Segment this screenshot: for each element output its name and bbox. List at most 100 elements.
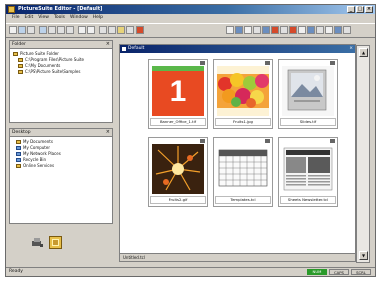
thumbnail-caption: Templates.tcl: [215, 196, 271, 204]
import-icon[interactable]: [126, 26, 134, 34]
resize-icon[interactable]: [244, 26, 252, 34]
folder-icon: [16, 164, 21, 168]
menu-help[interactable]: Help: [93, 14, 103, 22]
status-box-caps: CAPS: [329, 269, 349, 275]
vertical-scrollbar[interactable]: ▲ ▼: [356, 45, 370, 263]
menu-view[interactable]: View: [38, 14, 49, 22]
toolbar: [6, 23, 375, 38]
app-icon: [8, 6, 15, 13]
scroll-up-icon[interactable]: ▲: [359, 48, 368, 57]
fruits-image: [217, 66, 269, 116]
thumbnail-caption: Slides.tif: [280, 118, 336, 126]
flip-icon[interactable]: [280, 26, 288, 34]
tree-item-online-services[interactable]: Online Services: [12, 163, 110, 169]
grid-icon[interactable]: [325, 26, 333, 34]
flag-icon: [330, 139, 335, 143]
fireworks-image: [152, 144, 204, 194]
menu-window[interactable]: Window: [70, 14, 88, 22]
document-footer: Untitled.tcl: [120, 253, 355, 261]
left-pane: Folder × Picture Suite Folder C:\Program…: [9, 40, 113, 270]
color-icon[interactable]: [271, 26, 279, 34]
desktop-panel: Desktop × My Documents My Computer My Ne…: [9, 128, 113, 224]
flag-icon: [330, 61, 335, 65]
text-icon[interactable]: [298, 26, 306, 34]
banner-image: 1: [152, 66, 204, 116]
close-button[interactable]: ×: [365, 6, 373, 13]
menu-edit[interactable]: Edit: [25, 14, 34, 22]
tree-item-folder[interactable]: C:\PS\Picture Suite\Samples: [12, 69, 110, 75]
folder-icon: [18, 64, 23, 68]
thumbnail-caption: Banner_Ofﬁce_1.tif: [150, 118, 206, 126]
close-icon[interactable]: ×: [106, 41, 110, 48]
folder-icon: [18, 58, 23, 62]
bottom-icon-tray: [9, 226, 113, 270]
status-indicator-green: NUM: [307, 269, 327, 275]
window-title: PictureSuite Editor - [Default]: [18, 6, 103, 12]
newsletter-image: [282, 144, 334, 194]
app-window: PictureSuite Editor - [Default] _ □ × Fi…: [5, 4, 376, 277]
slides-image: [282, 66, 334, 116]
status-bar: Ready NUM CAPS SCRL: [6, 267, 375, 276]
title-bar: PictureSuite Editor - [Default] _ □ ×: [6, 5, 375, 14]
desktop-panel-header: Desktop ×: [10, 129, 112, 137]
effects-icon[interactable]: [316, 26, 324, 34]
folder-icon: [16, 140, 21, 144]
flag-icon: [200, 61, 205, 65]
folder-icon[interactable]: [117, 26, 125, 34]
frame-icon[interactable]: [307, 26, 315, 34]
desktop-panel-title: Desktop: [12, 130, 31, 135]
thumbnail-slides[interactable]: Slides.tif: [278, 59, 338, 129]
document-icon: [122, 47, 126, 51]
redeye-icon[interactable]: [289, 26, 297, 34]
rotate-icon[interactable]: [108, 26, 116, 34]
flag-icon: [200, 139, 205, 143]
document-title: Default: [128, 46, 145, 51]
zoom-icon[interactable]: [99, 26, 107, 34]
main-document-window: Default × 1 Banner_Ofﬁce_1.tif Fruits1.j…: [119, 44, 370, 263]
save-icon[interactable]: [27, 26, 35, 34]
new-icon[interactable]: [9, 26, 17, 34]
contrast-icon[interactable]: [262, 26, 270, 34]
menu-tools[interactable]: Tools: [54, 14, 65, 22]
crop-icon[interactable]: [235, 26, 243, 34]
maximize-button[interactable]: □: [356, 6, 364, 13]
thumbnail-fireworks[interactable]: Fruits2.gif: [148, 137, 208, 207]
document-title-bar: Default ×: [120, 45, 355, 53]
banner-strip: [152, 66, 204, 71]
copy-icon[interactable]: [57, 26, 65, 34]
cut-icon[interactable]: [48, 26, 56, 34]
folder-panel-header: Folder ×: [10, 41, 112, 49]
thumbnail-banner[interactable]: 1 Banner_Ofﬁce_1.tif: [148, 59, 208, 129]
brightness-icon[interactable]: [253, 26, 261, 34]
folder-panel: Folder × Picture Suite Folder C:\Program…: [9, 40, 113, 123]
close-icon[interactable]: ×: [106, 129, 110, 136]
scanner-icon[interactable]: [31, 236, 44, 249]
scroll-down-icon[interactable]: ▼: [359, 251, 368, 260]
open-icon[interactable]: [18, 26, 26, 34]
thumbnail-caption: Fruits1.jpg: [215, 118, 271, 126]
status-box-scroll: SCRL: [351, 269, 371, 275]
redo-icon[interactable]: [87, 26, 95, 34]
computer-icon: [16, 146, 21, 150]
thumbnail-table[interactable]: Templates.tcl: [213, 137, 273, 207]
thumbnail-newsletter[interactable]: Sheets Newsletter.tcl: [278, 137, 338, 207]
export-icon[interactable]: [136, 26, 144, 34]
album-icon[interactable]: [49, 236, 62, 249]
folder-icon: [13, 52, 18, 56]
paste-icon[interactable]: [66, 26, 74, 34]
flag-icon: [265, 61, 270, 65]
close-icon[interactable]: ×: [349, 45, 353, 53]
select-icon[interactable]: [226, 26, 234, 34]
table-image: [217, 144, 269, 194]
settings-icon[interactable]: [343, 26, 351, 34]
flag-icon: [265, 139, 270, 143]
menu-file[interactable]: File: [12, 14, 20, 22]
status-text: Ready: [9, 269, 23, 274]
folder-icon: [18, 70, 23, 74]
print-icon[interactable]: [39, 26, 47, 34]
minimize-button[interactable]: _: [347, 6, 355, 13]
slideshow-icon[interactable]: [334, 26, 342, 34]
undo-icon[interactable]: [78, 26, 86, 34]
thumbnail-caption: Sheets Newsletter.tcl: [280, 196, 336, 204]
thumbnail-fruits[interactable]: Fruits1.jpg: [213, 59, 273, 129]
